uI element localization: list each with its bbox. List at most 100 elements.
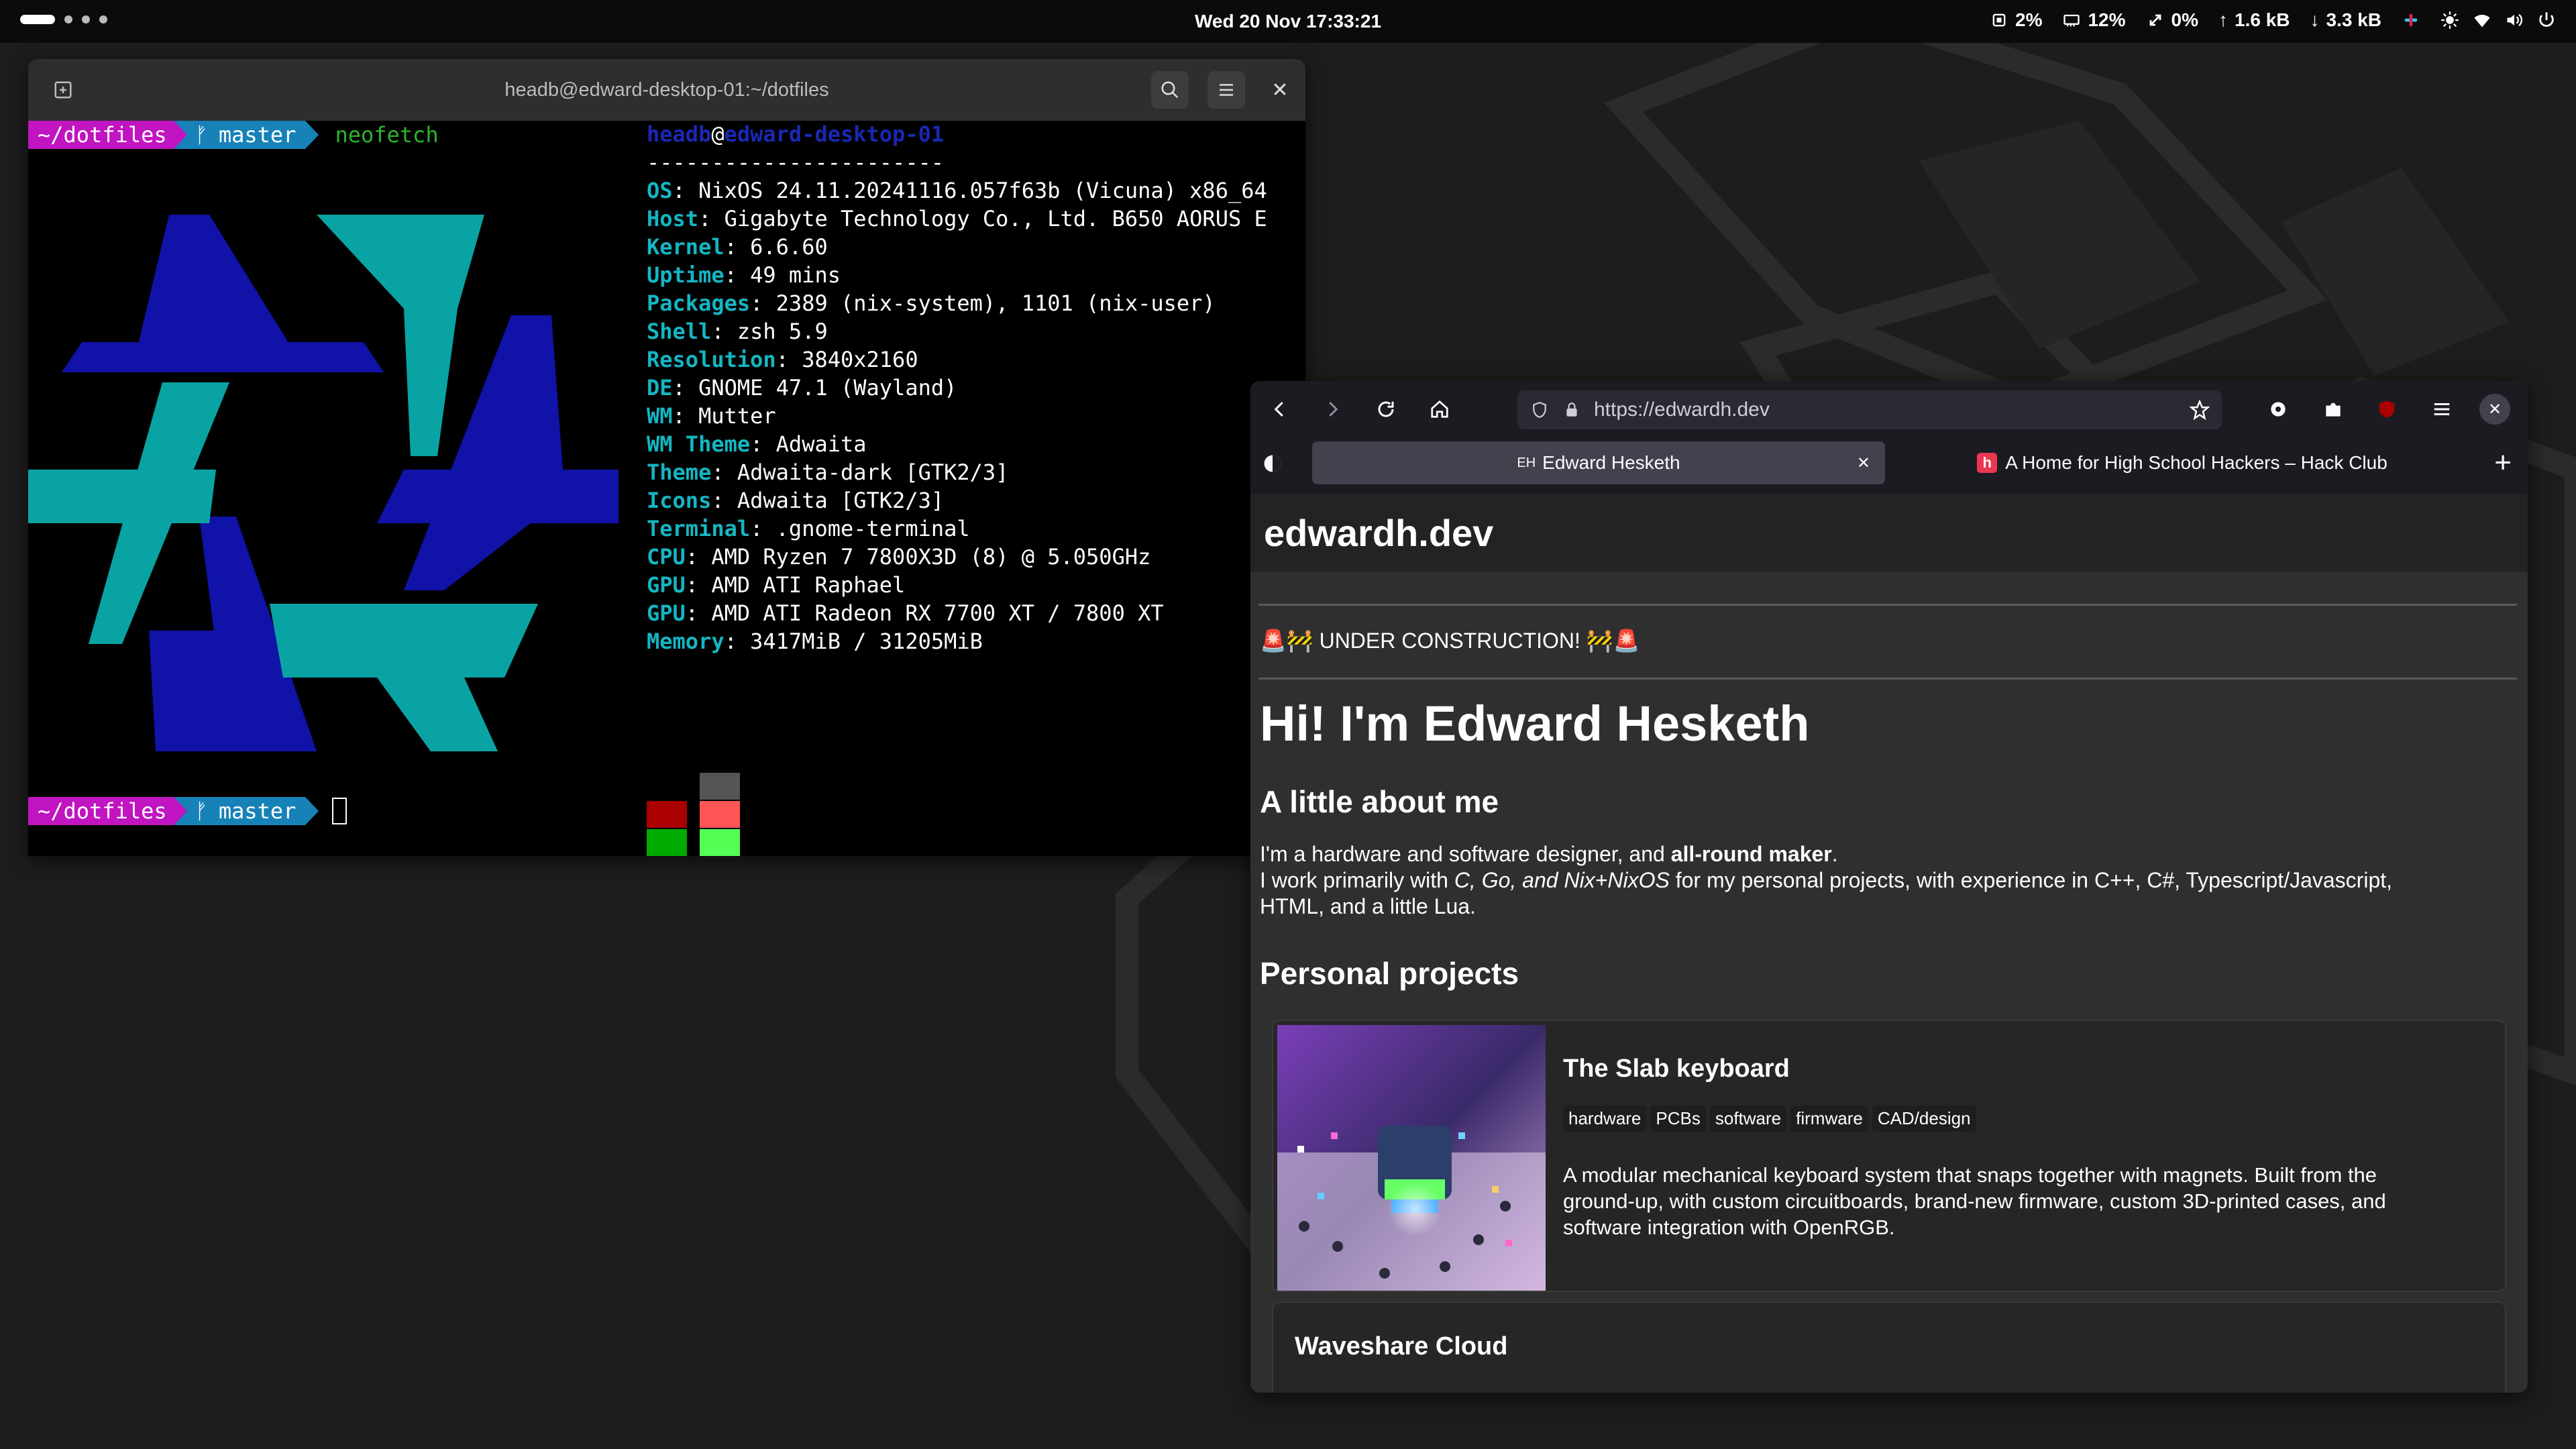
reload-icon (1378, 401, 1394, 417)
info-row: Uptime: 49 mins (647, 262, 841, 288)
prompt-branch: master (218, 122, 297, 148)
back-button[interactable] (1263, 392, 1297, 427)
tag: PCBs (1650, 1106, 1706, 1132)
tab-label: A Home for High School Hackers – Hack Cl… (2005, 452, 2387, 473)
project-title[interactable]: The Slab keyboard (1563, 1055, 1790, 1083)
app-menu-button[interactable] (2424, 392, 2459, 427)
terminal-output[interactable]: ~/dotfiles ᚠ master neofetch headb@edwar… (28, 121, 1305, 856)
search-button[interactable] (1151, 71, 1189, 109)
terminal-window: headb@edward-desktop-01:~/dotfiles ✕ ~/d… (28, 59, 1305, 856)
project-title[interactable]: Waveshare Cloud (1295, 1332, 1507, 1361)
site-title[interactable]: edwardh.dev (1264, 511, 1493, 555)
upload-arrow-icon: ↑ (2218, 9, 2228, 30)
system-tray: 2% 12% 0% ↑ 1.6 kB ↓ 3.3 kB (1990, 9, 2556, 31)
prompt-dir: ~/dotfiles (28, 121, 174, 149)
ublock-button[interactable] (2369, 392, 2404, 427)
project-card-slab[interactable]: The Slab keyboard hardware PCBs software fi… (1272, 1020, 2506, 1292)
info-row: DE: GNOME 47.1 (Wayland) (647, 375, 957, 400)
color-palette (647, 773, 741, 856)
palette-swatch (700, 829, 741, 856)
prompt-branch: master (218, 798, 297, 824)
download-arrow-icon: ↓ (2310, 9, 2320, 30)
quick-settings[interactable] (2440, 11, 2556, 30)
net-upload[interactable]: ↑ 1.6 kB (2218, 9, 2290, 31)
search-icon (1161, 81, 1179, 99)
info-separator: ----------------------- (647, 150, 945, 175)
info-username: headb (647, 121, 712, 147)
prompt-dir: ~/dotfiles (28, 797, 174, 825)
new-tab-icon (54, 81, 72, 99)
about-heading: A little about me (1260, 784, 1499, 819)
ram-usage[interactable]: 12% (2062, 9, 2126, 31)
swap-value: 0% (2171, 9, 2198, 30)
close-button[interactable]: ✕ (1261, 71, 1299, 109)
top-bar: Wed 20 Nov 17:33:21 2% 12% 0% ↑ 1.6 kB ↓… (0, 0, 2576, 43)
info-row: Icons: Adwaita [GTK2/3] (647, 488, 945, 513)
palette-swatch (647, 773, 687, 800)
terminal-header: headb@edward-desktop-01:~/dotfiles ✕ (28, 59, 1305, 121)
palette-swatch (700, 801, 741, 828)
info-row: Host: Gigabyte Technology Co., Ltd. B650… (647, 206, 1267, 231)
clock[interactable]: Wed 20 Nov 17:33:21 (1195, 11, 1381, 32)
brightness-icon (2441, 11, 2459, 29)
tab-edward-hesketh[interactable]: EH Edward Hesketh ✕ (1312, 441, 1885, 484)
hamburger-icon (2434, 403, 2450, 415)
hamburger-icon (1220, 84, 1233, 96)
project-description: A modular mechanical keyboard system tha… (1563, 1163, 2386, 1239)
ram-value: 12% (2088, 9, 2126, 30)
forward-arrow-icon (1329, 401, 1338, 417)
container-icon[interactable] (1263, 453, 1283, 474)
tab-favicon: EH (1517, 455, 1536, 470)
shield-icon (1533, 402, 1546, 418)
address-bar[interactable]: https://edwardh.dev (1517, 390, 2222, 429)
close-icon: ✕ (1271, 78, 1289, 101)
terminal-title: headb@edward-desktop-01:~/dotfiles (504, 78, 829, 101)
new-tab-button[interactable] (44, 71, 82, 109)
window-close-button[interactable]: ✕ (2479, 394, 2510, 425)
settings-button[interactable] (2261, 392, 2296, 427)
prompt-line-1: ~/dotfiles ᚠ master neofetch (28, 121, 439, 149)
swap-usage[interactable]: 0% (2146, 9, 2198, 31)
info-row: WM: Mutter (647, 403, 776, 429)
projects-heading: Personal projects (1260, 956, 1519, 991)
tab-label: Edward Hesketh (1542, 452, 1680, 473)
construction-banner: 🚨🚧 UNDER CONSTRUCTION! 🚧🚨 (1260, 629, 1640, 653)
bookmark-star-icon[interactable] (2190, 400, 2210, 420)
text-cursor (332, 798, 347, 824)
slack-icon[interactable] (2402, 11, 2420, 30)
extensions-button[interactable] (2316, 392, 2351, 427)
info-row: Terminal: .gnome-terminal (647, 516, 970, 541)
home-button[interactable] (1422, 392, 1457, 427)
web-page[interactable]: edwardh.dev 🚨🚧 UNDER CONSTRUCTION! 🚧🚨 Hi… (1250, 494, 2528, 1393)
palette-swatch (647, 829, 687, 856)
cpu-usage[interactable]: 2% (1990, 9, 2042, 31)
lock-icon (1566, 402, 1577, 417)
info-row: Shell: zsh 5.9 (647, 319, 828, 344)
cpu-icon (1992, 13, 2006, 27)
close-tab-icon[interactable]: ✕ (1857, 453, 1870, 473)
info-row: Theme: Adwaita-dark [GTK2/3] (647, 460, 1009, 485)
net-download[interactable]: ↓ 3.3 kB (2310, 9, 2382, 31)
net-up-value: 1.6 kB (2235, 9, 2290, 30)
new-tab-icon[interactable]: + (2494, 448, 2512, 478)
nixos-logo (28, 215, 619, 751)
back-arrow-icon (1274, 401, 1283, 417)
menu-button[interactable] (1208, 71, 1245, 109)
tab-hack-club[interactable]: h A Home for High School Hackers – Hack … (1896, 441, 2469, 484)
forward-button[interactable] (1315, 392, 1350, 427)
volume-icon (2507, 13, 2522, 27)
browser-navbar: https://edwardh.dev ✕ (1250, 381, 2528, 437)
git-branch-icon: ᚠ (195, 798, 208, 824)
url-text: https://edwardh.dev (1594, 398, 1770, 421)
reload-button[interactable] (1368, 392, 1403, 427)
tag: firmware (1790, 1106, 1868, 1132)
gear-icon (2271, 402, 2286, 417)
palette-swatch (647, 801, 687, 828)
activities-indicator[interactable] (20, 15, 107, 24)
main-heading: Hi! I'm Edward Hesketh (1260, 696, 1810, 751)
info-row: GPU: AMD ATI Raphael (647, 572, 906, 598)
divider (1258, 604, 2517, 606)
project-card-waveshare[interactable]: Waveshare Cloud (1272, 1301, 2506, 1393)
divider (1258, 678, 2517, 680)
project-tags: hardware PCBs software firmware CAD/design (1563, 1106, 1980, 1132)
